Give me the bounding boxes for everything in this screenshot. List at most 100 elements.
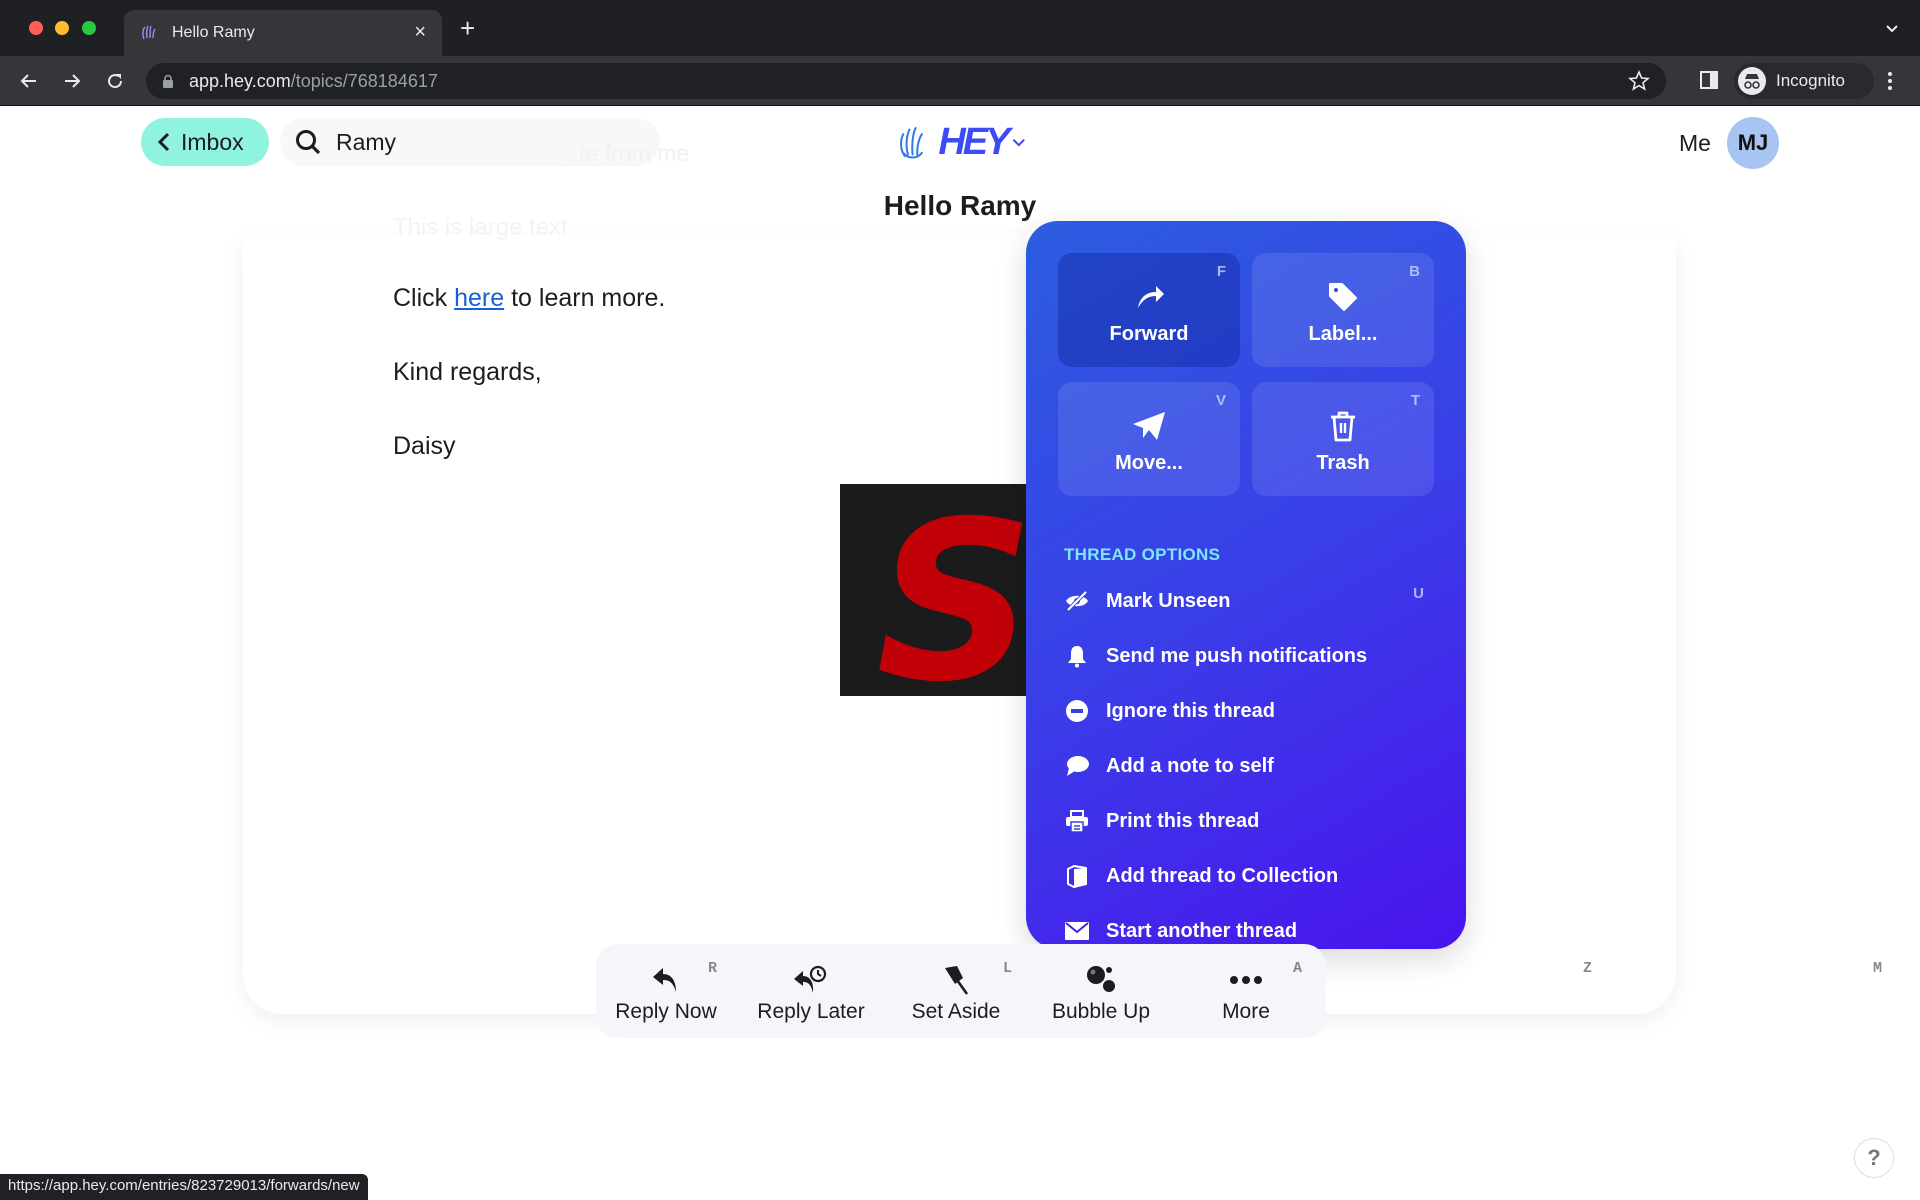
more-button[interactable]: M More: [1176, 944, 1882, 1038]
shortcut-key: U: [1413, 585, 1424, 602]
incognito-label: Incognito: [1776, 71, 1845, 90]
me-link[interactable]: Me: [1679, 130, 1711, 157]
trash-icon: [1323, 408, 1363, 444]
link-hover-status-url: https://app.hey.com/entries/823729013/fo…: [0, 1174, 368, 1200]
bubble-up-button[interactable]: Z Bubble Up: [1031, 944, 1592, 1038]
shortcut-key: Z: [1583, 960, 1593, 977]
envelope-icon: [1064, 918, 1090, 944]
option-label: Mark Unseen: [1106, 589, 1231, 612]
action-label: Bubble Up: [1051, 1000, 1151, 1023]
shortcut-key: R: [708, 960, 718, 977]
browser-menu-icon[interactable]: [1884, 70, 1896, 92]
tab-search-chevron-icon[interactable]: [1884, 20, 1900, 36]
print-thread-option[interactable]: Print this thread: [1064, 801, 1444, 841]
tab-close-icon[interactable]: ×: [414, 20, 426, 44]
here-link[interactable]: here: [454, 284, 504, 312]
shortcut-key: T: [1410, 392, 1420, 409]
hey-logo-menu[interactable]: HEY: [897, 116, 1027, 168]
lock-icon: [163, 75, 173, 88]
ghost-text-behind-search: ...te from me: [560, 140, 690, 166]
minus-circle-icon: [1064, 698, 1090, 724]
move-label: Move...: [1115, 452, 1183, 474]
ellipsis-icon: [1228, 964, 1264, 996]
bell-icon: [1064, 643, 1090, 669]
browser-tab-active[interactable]: Hello Ramy ×: [124, 10, 442, 56]
speech-bubble-icon: [1064, 753, 1090, 779]
paper-plane-icon: [1129, 408, 1169, 444]
hey-logo-text: HEY: [938, 120, 1010, 163]
email-body-line-link: Click here to learn more.: [393, 284, 665, 313]
reply-now-button[interactable]: R Reply Now: [596, 944, 736, 1038]
help-button[interactable]: ?: [1854, 1138, 1894, 1178]
push-notifications-option[interactable]: Send me push notifications: [1064, 636, 1444, 676]
eye-slash-icon: [1064, 588, 1090, 614]
set-aside-button[interactable]: A Set Aside: [886, 944, 1302, 1038]
back-button[interactable]: [15, 67, 43, 95]
reload-button[interactable]: [101, 67, 129, 95]
forward-label: Forward: [1109, 323, 1189, 345]
url-host: app.hey.com: [189, 71, 291, 91]
new-tab-button[interactable]: +: [460, 15, 475, 41]
reply-later-button[interactable]: L Reply Later: [741, 944, 1012, 1038]
trash-label: Trash: [1316, 452, 1370, 474]
incognito-icon: [1738, 67, 1766, 95]
arrow-right-icon: [65, 74, 81, 88]
pin-icon: [938, 964, 974, 996]
thread-action-bar: R Reply Now L Reply Later A Set Aside Z …: [596, 944, 1882, 1038]
forward-nav-button[interactable]: [58, 67, 86, 95]
email-closing: Kind regards,: [393, 358, 542, 386]
add-to-collection-option[interactable]: Add thread to Collection: [1064, 856, 1444, 896]
back-to-imbox-button[interactable]: Imbox: [141, 118, 269, 166]
option-label: Add thread to Collection: [1106, 864, 1339, 887]
reply-later-icon: [793, 964, 829, 996]
trash-button[interactable]: T Trash: [1252, 382, 1434, 496]
window-close-button[interactable]: [29, 21, 43, 35]
reload-icon: [108, 74, 123, 89]
add-note-option[interactable]: Add a note to self: [1064, 746, 1444, 786]
hey-app: Imbox ...te from me HEY Me MJ Hello Ramy…: [0, 106, 1920, 1200]
action-label: Reply Later: [757, 1000, 865, 1023]
thread-title: Hello Ramy: [883, 190, 1037, 221]
option-label: Add a note to self: [1106, 754, 1274, 777]
email-signature: Daisy: [393, 432, 456, 460]
address-bar[interactable]: app.hey.com/topics/768184617: [146, 63, 1666, 99]
arrow-left-icon: [20, 74, 36, 88]
click-suffix: to learn more.: [504, 284, 666, 312]
url-text: app.hey.com/topics/768184617: [189, 71, 438, 92]
option-label: Print this thread: [1106, 809, 1260, 832]
forward-button[interactable]: F Forward: [1058, 253, 1240, 367]
printer-icon: [1064, 808, 1090, 834]
window-minimize-button[interactable]: [55, 21, 69, 35]
label-button[interactable]: B Label...: [1252, 253, 1434, 367]
option-label: Start another thread: [1106, 919, 1298, 942]
forward-icon: [1129, 279, 1169, 315]
tab-title: Hello Ramy: [172, 24, 255, 41]
click-prefix: Click: [393, 284, 455, 312]
browser-tab-bar: Hello Ramy × +: [0, 0, 1920, 56]
reply-icon: [648, 964, 684, 996]
action-label: Reply Now: [615, 1000, 717, 1023]
tag-icon: [1323, 279, 1363, 315]
option-label: Ignore this thread: [1106, 699, 1275, 722]
incognito-profile-button[interactable]: Incognito: [1734, 63, 1874, 99]
side-panel-icon[interactable]: [1699, 70, 1719, 90]
shortcut-key: M: [1873, 960, 1883, 977]
chevron-left-icon: [157, 132, 170, 152]
shortcut-key: F: [1216, 263, 1226, 280]
move-button[interactable]: V Move...: [1058, 382, 1240, 496]
mark-unseen-option[interactable]: Mark Unseen U: [1064, 581, 1444, 621]
url-path: /topics/768184617: [290, 71, 438, 91]
action-label: More: [1222, 1000, 1270, 1023]
window-zoom-button[interactable]: [82, 21, 96, 35]
image-letter: S: [876, 484, 1035, 696]
chevron-down-icon: [1013, 138, 1026, 147]
avatar[interactable]: MJ: [1727, 117, 1779, 169]
thread-options-heading: THREAD OPTIONS: [1064, 545, 1221, 564]
hey-favicon-icon: [142, 25, 156, 40]
shortcut-key: V: [1215, 392, 1226, 409]
email-image-s-logo: S: [840, 484, 1040, 696]
imbox-label: Imbox: [181, 128, 244, 155]
bookmark-star-icon[interactable]: [1628, 70, 1650, 92]
bubbles-icon: [1083, 964, 1119, 996]
ignore-thread-option[interactable]: Ignore this thread: [1064, 691, 1444, 731]
